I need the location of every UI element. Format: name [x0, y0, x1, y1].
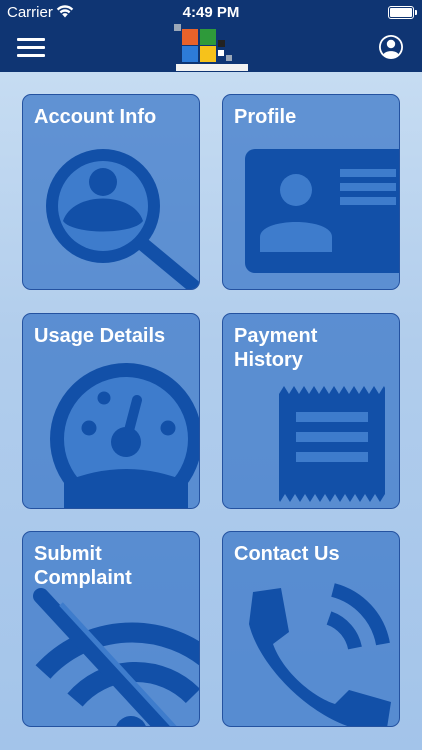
phone-icon: [249, 583, 391, 726]
submit-complaint-tile[interactable]: Submit Complaint: [22, 531, 200, 727]
profile-tile[interactable]: Profile: [222, 94, 400, 290]
status-bar: Carrier 4:49 PM: [0, 0, 422, 24]
brand-logo: [174, 24, 248, 71]
payment-history-tile[interactable]: Payment History: [222, 313, 400, 509]
usage-details-tile[interactable]: Usage Details: [22, 313, 200, 509]
gauge-icon: [50, 363, 199, 508]
account-info-tile[interactable]: Account Info: [22, 94, 200, 290]
receipt-icon: [279, 386, 385, 502]
battery-icon: [388, 6, 417, 19]
account-search-icon: [46, 149, 199, 289]
contact-us-tile[interactable]: Contact Us: [222, 531, 400, 727]
no-wifi-icon: [33, 588, 199, 726]
navbar: [0, 24, 422, 72]
user-circle-icon[interactable]: [378, 34, 404, 60]
id-card-icon: [245, 149, 399, 273]
hamburger-menu-icon[interactable]: [17, 38, 45, 58]
status-time: 4:49 PM: [182, 4, 240, 21]
